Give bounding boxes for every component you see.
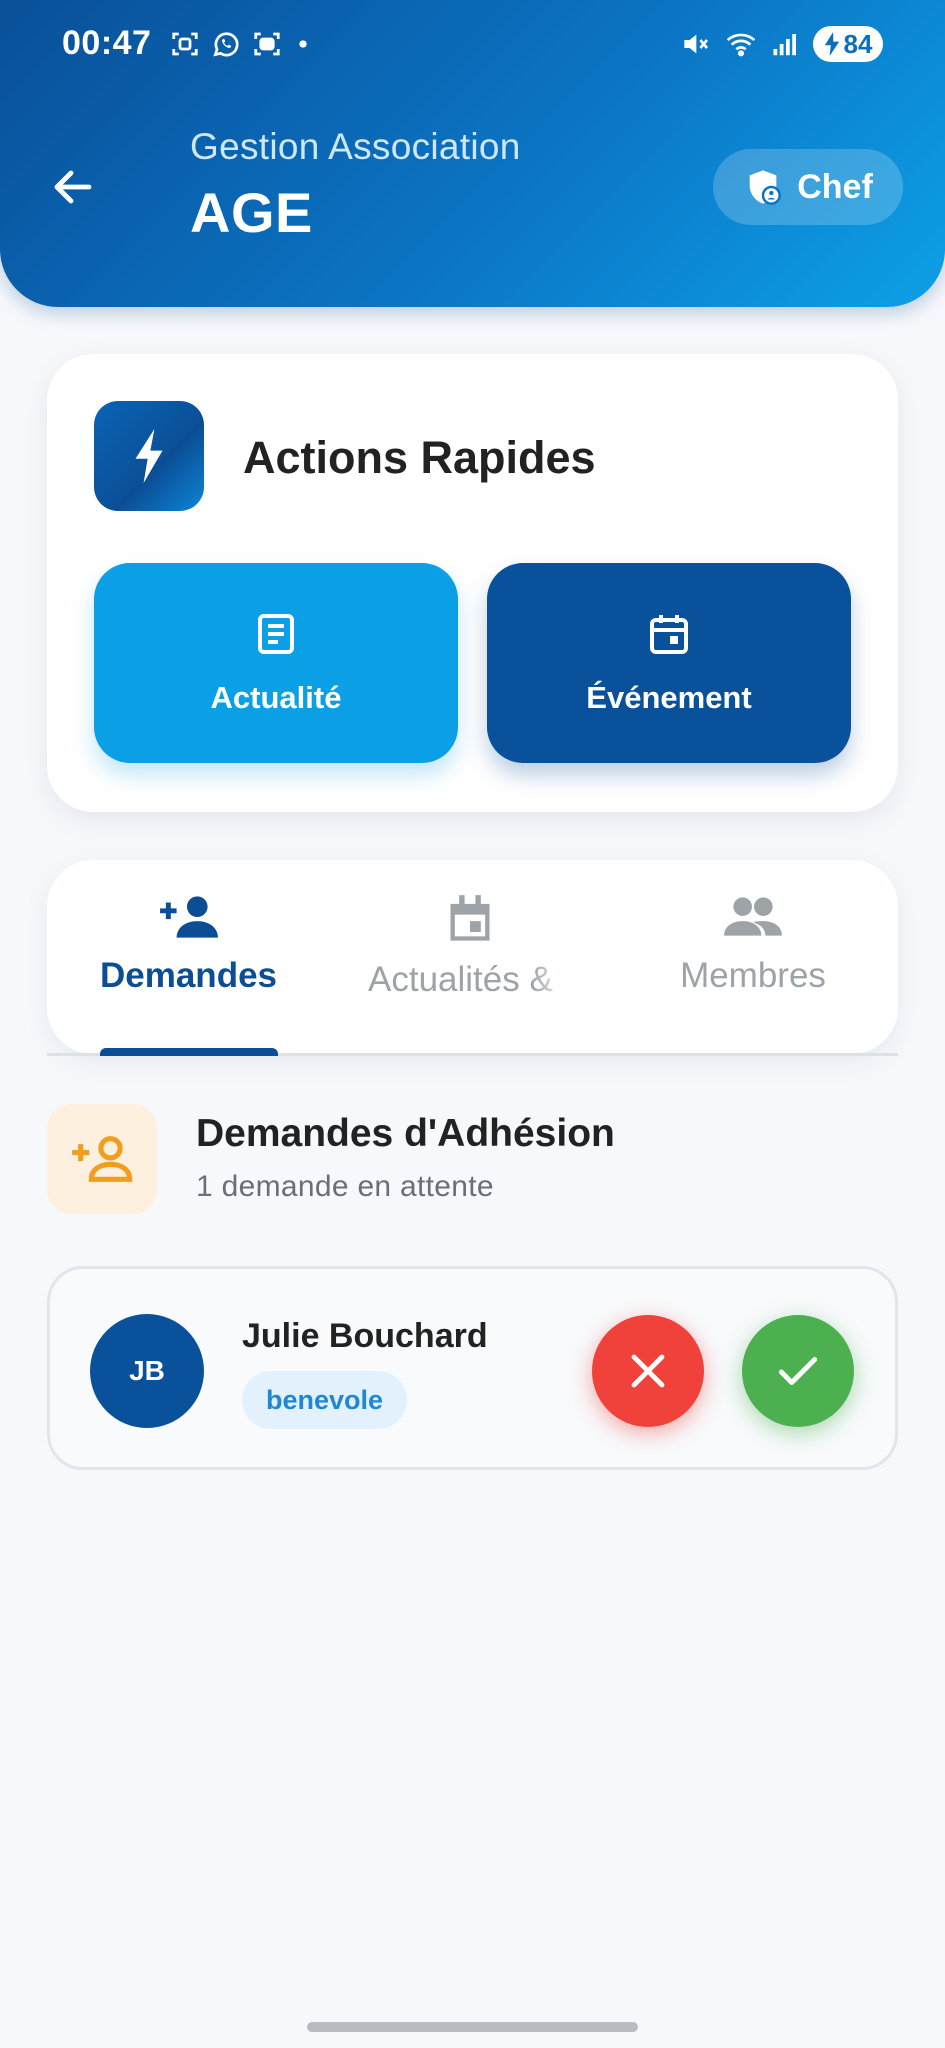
status-notification-icons [170, 28, 314, 60]
status-bar: 00:47 84 [0, 0, 945, 90]
section-subtitle: 1 demande en attente [196, 1170, 494, 1203]
whatsapp-icon [213, 32, 239, 57]
page-title: AGE [190, 181, 313, 244]
avatar: JB [90, 1314, 204, 1428]
membership-request-card: JB Julie Bouchard benevole [47, 1266, 898, 1470]
status-system-icons: 84 [679, 26, 883, 62]
reject-button[interactable] [592, 1315, 704, 1427]
requester-name: Julie Bouchard [242, 1317, 488, 1355]
app-header: 00:47 84 Gestion Association AGE Chef [0, 0, 945, 307]
group-icon [724, 897, 782, 936]
flash-icon [135, 429, 163, 483]
status-time: 00:47 [62, 24, 152, 62]
signal-icon [773, 34, 796, 56]
screenshot-icon [172, 32, 198, 56]
add-news-button[interactable]: Actualité [94, 563, 458, 763]
back-button[interactable] [44, 158, 102, 216]
section-title: Demandes d'Adhésion [196, 1112, 615, 1155]
close-icon [631, 1354, 665, 1388]
tab-actualites[interactable]: Actualités & [330, 892, 610, 1000]
tab-actualites-label: Actualités & [368, 960, 553, 999]
arrow-back-icon [54, 170, 92, 204]
admin-shield-icon [749, 170, 782, 205]
quick-actions-icon [94, 401, 204, 511]
add-event-button[interactable]: Événement [487, 563, 851, 763]
check-icon [778, 1357, 818, 1385]
role-tag: benevole [242, 1371, 408, 1429]
bolt-icon [824, 32, 839, 56]
person-add-outline-icon [72, 1136, 133, 1182]
role-badge-label: Chef [797, 167, 873, 206]
tab-membres[interactable]: Membres [613, 892, 893, 996]
add-news-label: Actualité [210, 680, 342, 715]
tab-demandes[interactable]: Demandes [47, 892, 330, 996]
screen-record-icon [254, 32, 280, 56]
accept-button[interactable] [742, 1315, 854, 1427]
home-indicator[interactable] [307, 2022, 638, 2032]
add-event-label: Événement [586, 680, 752, 715]
section-icon [47, 1104, 157, 1214]
event-icon [450, 895, 490, 941]
dot-icon [299, 40, 307, 48]
active-tab-indicator [100, 1048, 278, 1056]
mute-icon [684, 34, 709, 54]
battery-indicator: 84 [813, 26, 883, 62]
article-icon [258, 614, 294, 654]
battery-level: 84 [843, 28, 873, 59]
quick-actions-title: Actions Rapides [243, 432, 596, 483]
tab-demandes-label: Demandes [99, 956, 278, 995]
wifi-icon [726, 33, 756, 57]
person-add-icon [159, 896, 218, 938]
quick-actions-card: Actions Rapides Actualité Événement [47, 354, 898, 812]
header-subtitle: Gestion Association [190, 126, 521, 167]
tab-membres-label: Membres [680, 956, 826, 995]
calendar-icon [650, 615, 688, 654]
screen: 00:47 84 Gestion Association AGE Chef Ac… [0, 0, 945, 2048]
tab-bar: Demandes Actualités & Membres [47, 860, 898, 1054]
role-badge: Chef [713, 149, 903, 225]
